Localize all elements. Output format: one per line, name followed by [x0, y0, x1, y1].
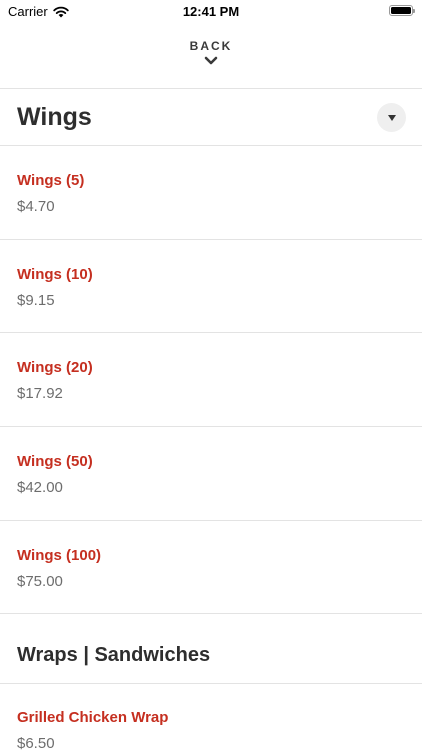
item-price: $4.70	[17, 198, 55, 215]
collapse-section-button[interactable]	[377, 103, 406, 132]
menu-screen: Carrier 12:41 PM BACK Wings Wings (5) $4…	[0, 0, 422, 750]
chevron-down-icon	[204, 56, 218, 65]
item-name: Wings (5)	[17, 172, 85, 189]
section-title: Wings	[17, 103, 92, 131]
section-header-wraps-sandwiches: Wraps | Sandwiches	[0, 614, 422, 684]
status-time: 12:41 PM	[182, 4, 240, 19]
item-name: Wings (50)	[17, 453, 93, 470]
battery-level	[391, 7, 411, 14]
item-price: $17.92	[17, 385, 63, 402]
back-label: BACK	[189, 39, 233, 53]
caret-down-icon	[387, 114, 396, 121]
item-price: $42.00	[17, 479, 63, 496]
menu-item[interactable]: Wings (50) $42.00	[0, 427, 422, 521]
item-price: $75.00	[17, 573, 63, 590]
menu-item[interactable]: Wings (10) $9.15	[0, 240, 422, 333]
battery-icon	[389, 5, 415, 16]
menu-item[interactable]: Grilled Chicken Wrap $6.50	[0, 684, 422, 750]
section-title: Wraps | Sandwiches	[17, 644, 211, 666]
menu-item[interactable]: Wings (100) $75.00	[0, 521, 422, 614]
back-header: BACK	[0, 24, 422, 89]
section-header-wings: Wings	[0, 89, 422, 146]
menu-item[interactable]: Wings (20) $17.92	[0, 333, 422, 427]
item-price: $9.15	[17, 292, 55, 309]
menu-item[interactable]: Wings (5) $4.70	[0, 146, 422, 240]
status-bar: Carrier 12:41 PM	[0, 0, 422, 24]
back-button[interactable]: BACK	[0, 39, 422, 66]
item-name: Grilled Chicken Wrap	[17, 709, 169, 726]
item-name: Wings (10)	[17, 266, 93, 283]
item-name: Wings (100)	[17, 547, 102, 564]
item-price: $6.50	[17, 735, 55, 750]
battery-tip	[413, 9, 415, 13]
item-name: Wings (20)	[17, 359, 93, 376]
